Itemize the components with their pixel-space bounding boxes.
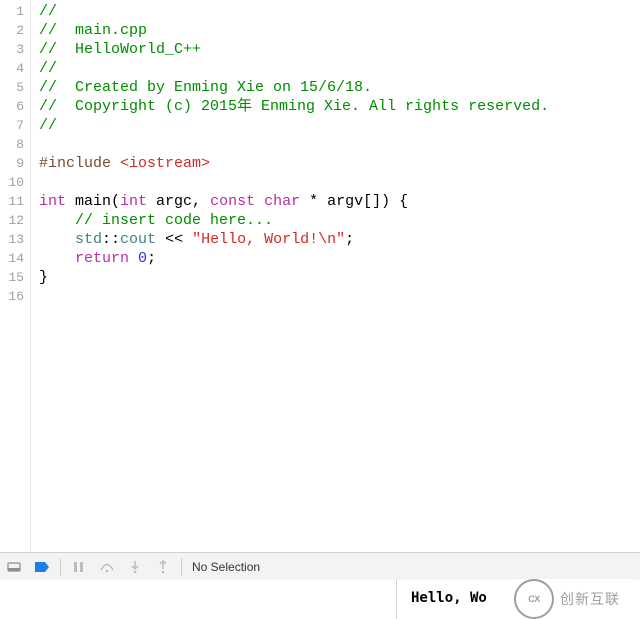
watermark-badge: CX (514, 579, 554, 619)
line-number: 16 (0, 287, 30, 306)
line-number: 1 (0, 2, 30, 21)
code-line[interactable]: } (39, 268, 640, 287)
line-number-gutter: 12345678910111213141516 (0, 0, 31, 552)
line-number: 6 (0, 97, 30, 116)
line-number: 12 (0, 211, 30, 230)
hide-debug-icon[interactable] (4, 557, 24, 577)
code-line[interactable]: int main(int argc, const char * argv[]) … (39, 192, 640, 211)
line-number: 3 (0, 40, 30, 59)
code-line[interactable] (39, 173, 640, 192)
code-line[interactable]: // (39, 59, 640, 78)
toolbar-separator (60, 558, 61, 576)
line-number: 7 (0, 116, 30, 135)
line-number: 4 (0, 59, 30, 78)
variables-pane[interactable] (0, 580, 396, 619)
breakpoint-toggle-icon[interactable] (32, 557, 52, 577)
debug-toolbar: No Selection (0, 553, 640, 582)
line-number: 15 (0, 268, 30, 287)
code-line[interactable]: // insert code here... (39, 211, 640, 230)
code-line[interactable]: std::cout << "Hello, World!\n"; (39, 230, 640, 249)
console-text: Hello, Wo (411, 590, 487, 606)
line-number: 2 (0, 21, 30, 40)
code-line[interactable]: return 0; (39, 249, 640, 268)
line-number: 13 (0, 230, 30, 249)
code-line[interactable]: // Created by Enming Xie on 15/6/18. (39, 78, 640, 97)
code-line[interactable]: // (39, 116, 640, 135)
step-into-icon[interactable] (125, 557, 145, 577)
line-number: 9 (0, 154, 30, 173)
watermark-text: 创新互联 (560, 589, 620, 609)
code-content[interactable]: //// main.cpp// HelloWorld_C++//// Creat… (31, 0, 640, 552)
code-line[interactable]: // HelloWorld_C++ (39, 40, 640, 59)
step-over-icon[interactable] (97, 557, 117, 577)
code-line[interactable]: #include <iostream> (39, 154, 640, 173)
line-number: 10 (0, 173, 30, 192)
code-line[interactable]: // Copyright (c) 2015年 Enming Xie. All r… (39, 97, 640, 116)
line-number: 8 (0, 135, 30, 154)
line-number: 11 (0, 192, 30, 211)
line-number: 14 (0, 249, 30, 268)
code-line[interactable]: // (39, 2, 640, 21)
code-editor[interactable]: 12345678910111213141516 //// main.cpp// … (0, 0, 640, 553)
line-number: 5 (0, 78, 30, 97)
continue-icon[interactable] (69, 557, 89, 577)
debug-status-text: No Selection (192, 560, 260, 574)
code-line[interactable] (39, 287, 640, 306)
toolbar-separator (181, 558, 182, 576)
step-out-icon[interactable] (153, 557, 173, 577)
code-line[interactable]: // main.cpp (39, 21, 640, 40)
watermark: CX 创新互联 (514, 579, 634, 619)
code-line[interactable] (39, 135, 640, 154)
